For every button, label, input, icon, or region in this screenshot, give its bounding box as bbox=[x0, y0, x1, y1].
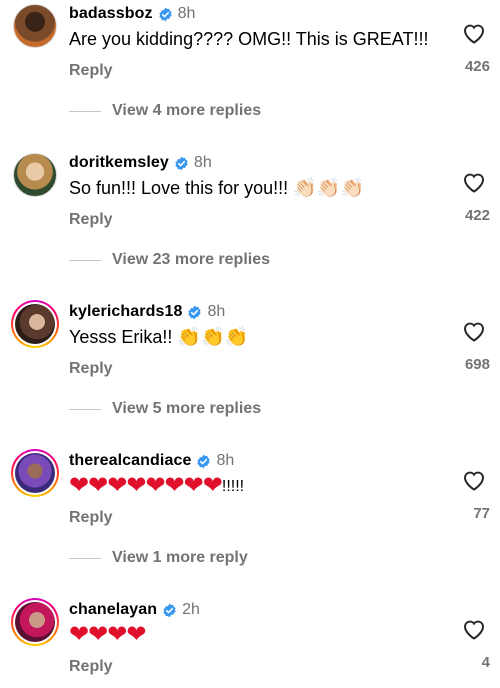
verified-badge-icon bbox=[197, 454, 211, 468]
view-replies-button[interactable]: View 4 more replies bbox=[69, 102, 261, 120]
username[interactable]: doritkemsley bbox=[69, 154, 169, 172]
like-count: 77 bbox=[473, 505, 490, 522]
view-replies-label: View 5 more replies bbox=[112, 400, 262, 417]
like-count: 426 bbox=[464, 58, 490, 75]
timestamp: 8h bbox=[207, 303, 226, 320]
timestamp: 8h bbox=[216, 452, 235, 469]
comment-item: therealcandiace 8h ❤❤❤❤❤❤❤❤!!!!! Reply 7… bbox=[0, 449, 500, 599]
view-replies-button[interactable]: View 23 more replies bbox=[69, 251, 270, 269]
comment-text: ❤❤❤❤ bbox=[69, 620, 146, 651]
red-heart-emoji: ❤❤❤❤❤❤❤❤ bbox=[69, 471, 223, 499]
username[interactable]: therealcandiace bbox=[69, 452, 191, 470]
comment-header: badassboz 8h bbox=[69, 2, 195, 26]
timestamp: 8h bbox=[177, 5, 196, 22]
reply-button[interactable]: Reply bbox=[69, 62, 113, 80]
username[interactable]: chanelayan bbox=[69, 601, 157, 619]
comment-header: kylerichards18 8h bbox=[69, 300, 225, 324]
like-count: 698 bbox=[464, 356, 490, 373]
clapping-hands-emoji: 👏👏👏 bbox=[177, 326, 249, 348]
comment-body: So fun!!! Love this for you!!! bbox=[69, 178, 289, 198]
view-replies-label: View 23 more replies bbox=[112, 251, 271, 268]
avatar-frame bbox=[11, 151, 59, 199]
heart-outline-icon[interactable] bbox=[462, 22, 486, 44]
view-replies-button[interactable]: View 5 more replies bbox=[69, 400, 261, 418]
heart-outline-icon[interactable] bbox=[462, 171, 486, 193]
comment-header: therealcandiace 8h bbox=[69, 449, 234, 473]
avatar-image bbox=[15, 304, 55, 344]
avatar-image bbox=[15, 602, 55, 642]
view-replies-button[interactable]: View 1 more reply bbox=[69, 549, 248, 567]
avatar[interactable] bbox=[11, 2, 59, 50]
verified-badge-icon bbox=[188, 305, 202, 319]
avatar-frame bbox=[13, 302, 57, 346]
like-count: 422 bbox=[464, 207, 490, 224]
heart-outline-icon[interactable] bbox=[462, 618, 486, 640]
username[interactable]: kylerichards18 bbox=[69, 303, 182, 321]
comment-text: Yesss Erika!! 👏👏👏 bbox=[69, 322, 248, 352]
comment-item: kylerichards18 8h Yesss Erika!! 👏👏👏 Repl… bbox=[0, 300, 500, 450]
divider-line bbox=[69, 408, 101, 410]
reply-button[interactable]: Reply bbox=[69, 211, 113, 229]
verified-badge-icon bbox=[175, 156, 188, 170]
divider-line bbox=[69, 110, 101, 112]
avatar-image bbox=[13, 153, 57, 197]
comment-body: Yesss Erika!! bbox=[69, 327, 173, 347]
username[interactable]: badassboz bbox=[69, 5, 153, 23]
avatar-frame bbox=[11, 2, 59, 50]
view-replies-label: View 4 more replies bbox=[112, 102, 262, 119]
view-replies-label: View 1 more reply bbox=[112, 549, 248, 566]
comment-item: doritkemsley 8h So fun!!! Love this for … bbox=[0, 151, 500, 301]
avatar[interactable] bbox=[11, 598, 59, 646]
red-heart-emoji: ❤❤❤❤ bbox=[69, 620, 146, 648]
like-count: 4 bbox=[481, 654, 490, 671]
comment-header: doritkemsley 8h bbox=[69, 151, 212, 175]
avatar[interactable] bbox=[11, 300, 59, 348]
avatar[interactable] bbox=[11, 151, 59, 199]
avatar-frame bbox=[13, 600, 57, 644]
avatar-image bbox=[13, 4, 57, 48]
verified-badge-icon bbox=[163, 603, 176, 617]
timestamp: 2h bbox=[182, 601, 200, 618]
comment-text: So fun!!! Love this for you!!! 👏🏻👏🏻👏🏻 bbox=[69, 173, 364, 203]
comment-item: badassboz 8h Are you kidding???? OMG!! T… bbox=[0, 2, 500, 152]
comment-header: chanelayan 2h bbox=[69, 598, 200, 622]
comment-body: !!!!! bbox=[221, 478, 245, 495]
heart-outline-icon[interactable] bbox=[462, 469, 486, 491]
timestamp: 8h bbox=[193, 154, 212, 171]
comment-body: Are you kidding???? OMG!! This is GREAT!… bbox=[69, 29, 429, 49]
reply-button[interactable]: Reply bbox=[69, 658, 113, 676]
comment-item: chanelayan 2h ❤❤❤❤ Reply 4 bbox=[0, 598, 500, 688]
divider-line bbox=[69, 557, 101, 559]
heart-outline-icon[interactable] bbox=[462, 320, 486, 342]
avatar-image bbox=[15, 453, 55, 493]
reply-button[interactable]: Reply bbox=[69, 360, 113, 378]
comment-text: Are you kidding???? OMG!! This is GREAT!… bbox=[69, 24, 428, 54]
reply-button[interactable]: Reply bbox=[69, 509, 113, 527]
avatar-frame bbox=[13, 451, 57, 495]
verified-badge-icon bbox=[158, 7, 172, 21]
clapping-hands-emoji: 👏🏻👏🏻👏🏻 bbox=[293, 177, 365, 199]
divider-line bbox=[69, 259, 101, 261]
avatar[interactable] bbox=[11, 449, 59, 497]
comment-text: ❤❤❤❤❤❤❤❤!!!!! bbox=[69, 471, 244, 502]
